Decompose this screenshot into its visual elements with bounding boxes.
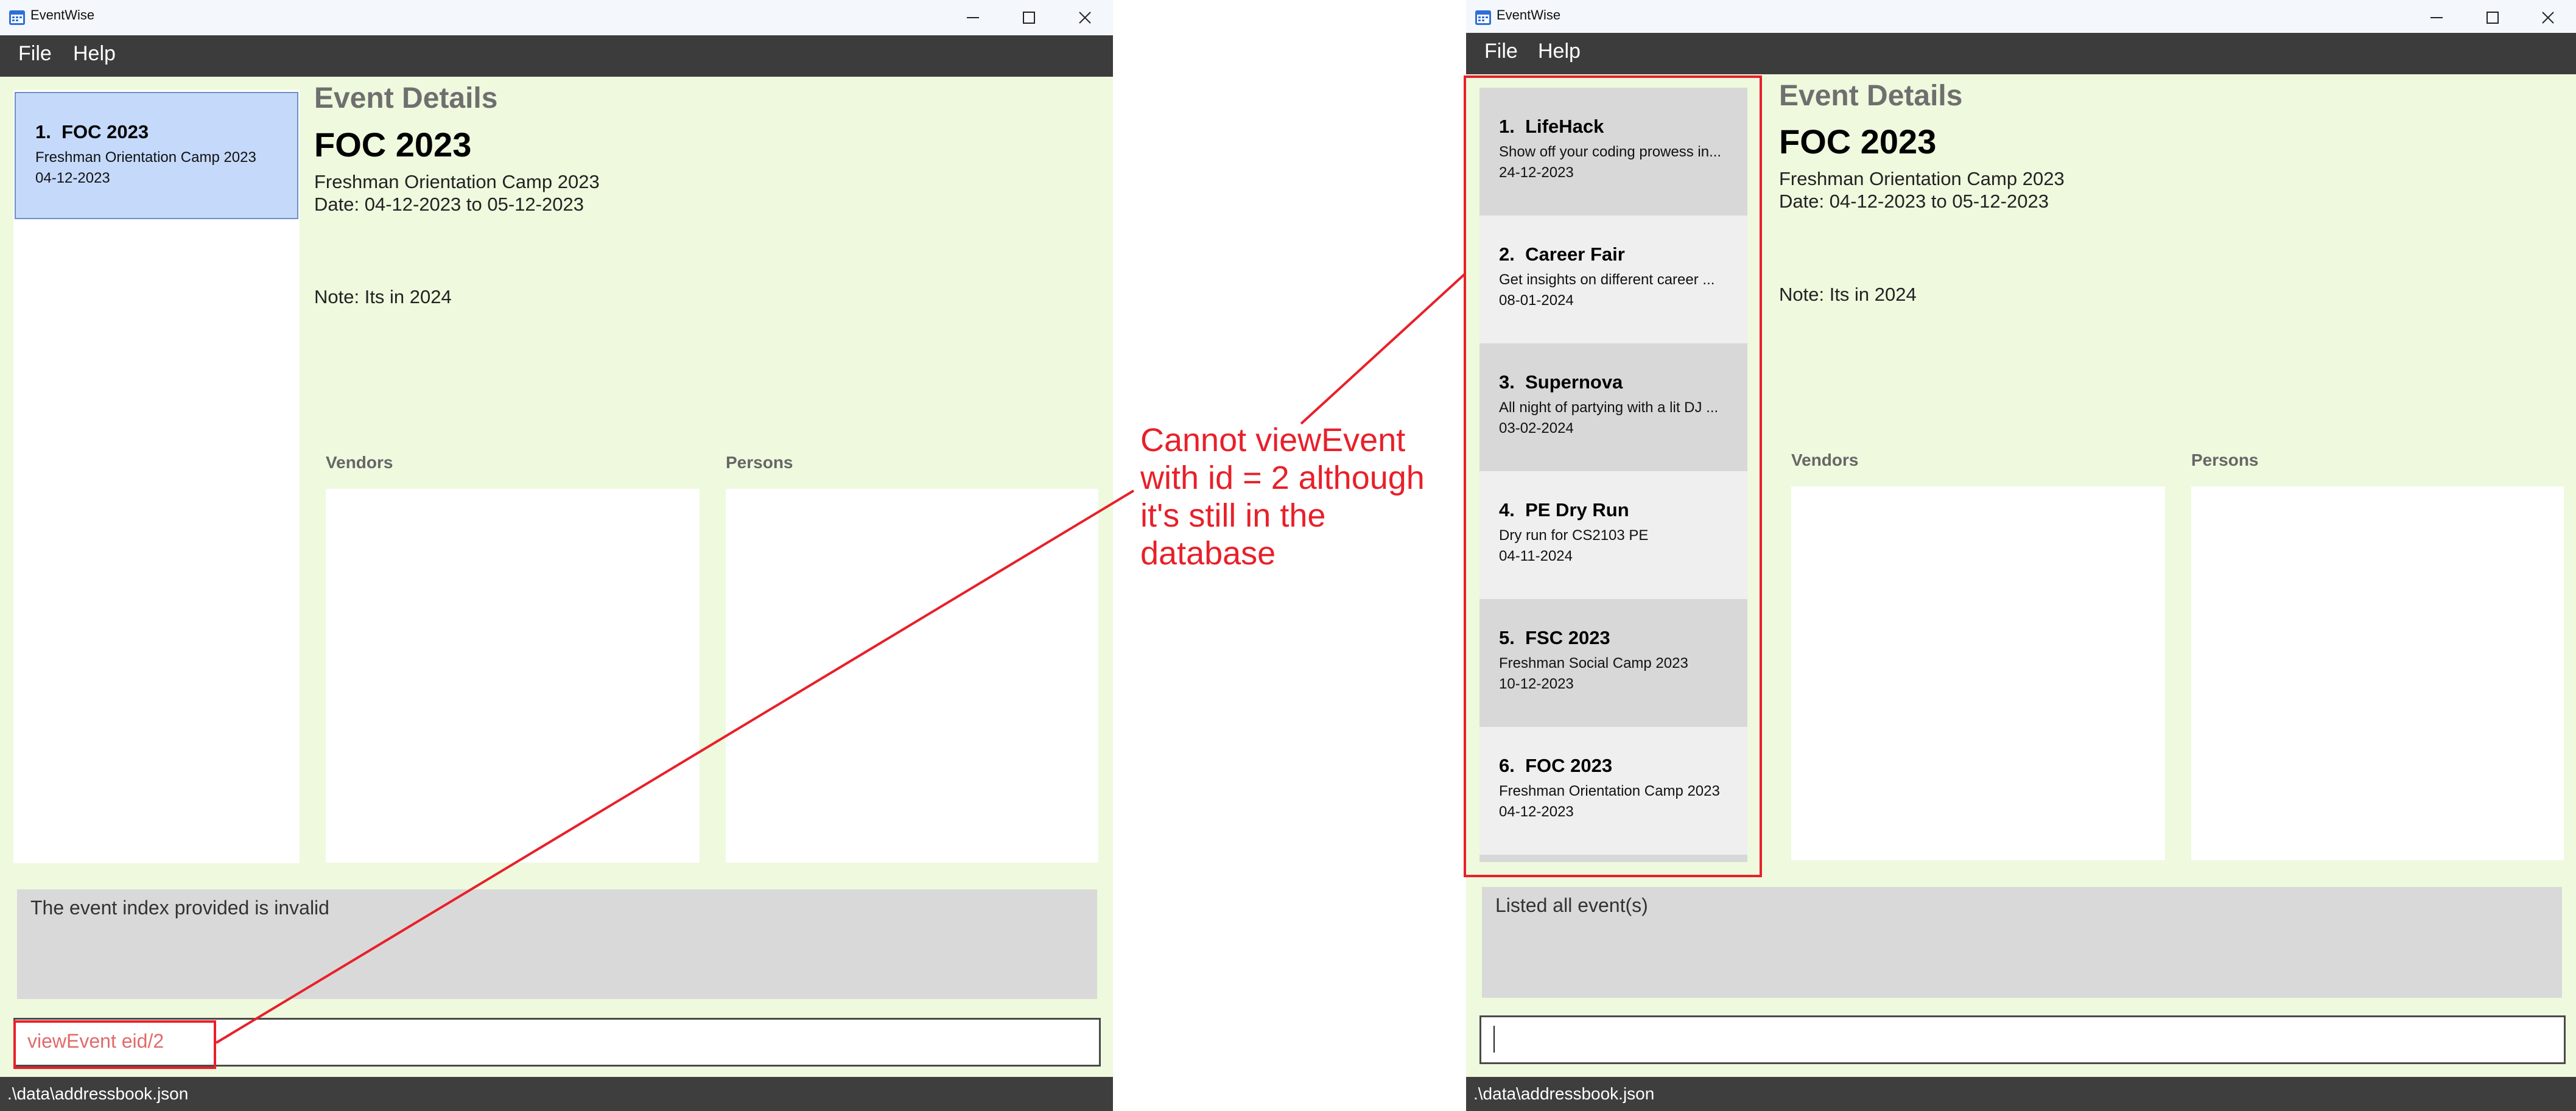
arrow-to-command [215,489,1135,1044]
annotation-line: database [1140,535,1276,572]
annotation-line: with id = 2 although [1140,460,1425,496]
annotation-line: it's still in the [1140,497,1326,534]
annotation-text: Cannot viewEvent with id = 2 although it… [1140,421,1457,572]
annotation-line: Cannot viewEvent [1140,422,1406,458]
arrow-to-event-list [1300,273,1466,425]
